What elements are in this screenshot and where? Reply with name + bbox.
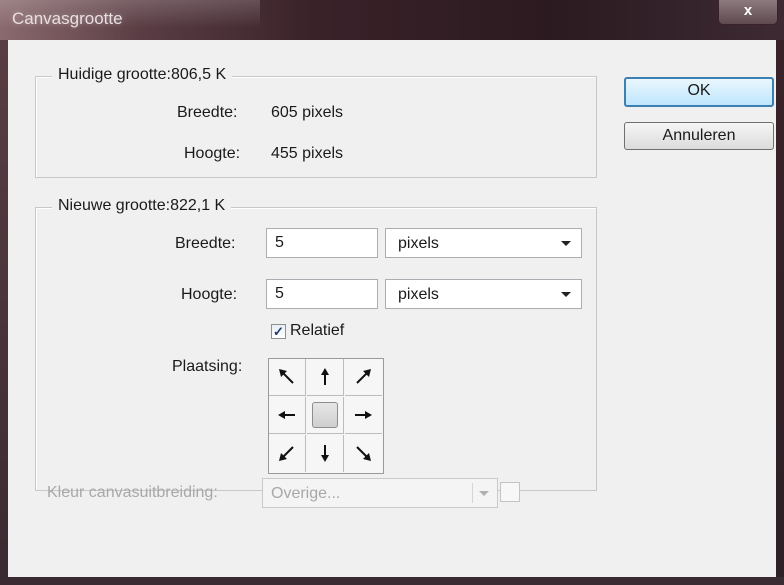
extension-color-label: Kleur canvasuitbreiding: (47, 484, 218, 501)
anchor-top-right[interactable] (345, 359, 382, 396)
canvas-size-dialog: Canvasgrootte x Huidige grootte:806,5 K … (0, 0, 784, 585)
arrow-up-icon (321, 368, 329, 385)
chevron-down-icon (479, 491, 489, 496)
new-width-unit-select[interactable]: pixels (385, 228, 582, 258)
new-height-unit-value: pixels (398, 286, 439, 303)
anchor-bottom[interactable] (307, 435, 344, 472)
close-button[interactable]: x (718, 0, 778, 25)
extension-color-value: Overige... (271, 485, 341, 502)
current-width-value: 605 pixels (271, 104, 344, 121)
new-height-unit-select[interactable]: pixels (385, 279, 582, 309)
current-size-legend: Huidige grootte:806,5 K (52, 66, 233, 84)
arrow-up-right-icon (356, 369, 371, 384)
title-bar: Canvasgrootte x (0, 0, 784, 40)
new-height-input[interactable]: 5 (266, 279, 378, 309)
new-width-unit-value: pixels (398, 235, 439, 252)
extension-color-select[interactable]: Overige... (262, 478, 498, 508)
anchor-label: Plaatsing: (172, 358, 243, 375)
anchor-center[interactable] (307, 397, 344, 434)
current-width-label: Breedte: (177, 104, 238, 121)
anchor-top-left[interactable] (269, 359, 306, 396)
anchor-bottom-right[interactable] (345, 435, 382, 472)
arrow-right-icon (355, 411, 372, 419)
arrow-down-left-icon (279, 446, 294, 461)
arrow-down-icon (321, 445, 329, 462)
chevron-down-icon (561, 241, 571, 246)
new-width-label: Breedte: (175, 235, 236, 252)
anchor-right[interactable] (345, 397, 382, 434)
current-height-label: Hoogte: (184, 145, 241, 162)
window-frame-left (0, 40, 8, 585)
chevron-down-icon (561, 292, 571, 297)
window-frame-bottom (0, 577, 784, 585)
arrow-left-icon (278, 411, 295, 419)
anchor-left[interactable] (269, 397, 306, 434)
relative-checkbox[interactable]: ✓ (271, 324, 286, 339)
anchor-selected-marker (312, 402, 338, 428)
anchor-grid (268, 358, 384, 474)
anchor-bottom-left[interactable] (269, 435, 306, 472)
new-height-label: Hoogte: (181, 286, 238, 303)
extension-color-swatch[interactable] (500, 482, 520, 502)
current-height-value: 455 pixels (271, 145, 344, 162)
relative-label[interactable]: Relatief (290, 322, 344, 340)
arrow-up-left-icon (279, 369, 294, 384)
ok-button[interactable]: OK (624, 77, 774, 107)
window-frame-right (776, 40, 784, 585)
anchor-top[interactable] (307, 359, 344, 396)
new-size-legend: Nieuwe grootte:822,1 K (52, 197, 232, 215)
arrow-down-right-icon (356, 446, 371, 461)
dialog-title: Canvasgrootte (12, 9, 123, 28)
cancel-button[interactable]: Annuleren (624, 122, 774, 150)
new-width-input[interactable]: 5 (266, 228, 378, 258)
